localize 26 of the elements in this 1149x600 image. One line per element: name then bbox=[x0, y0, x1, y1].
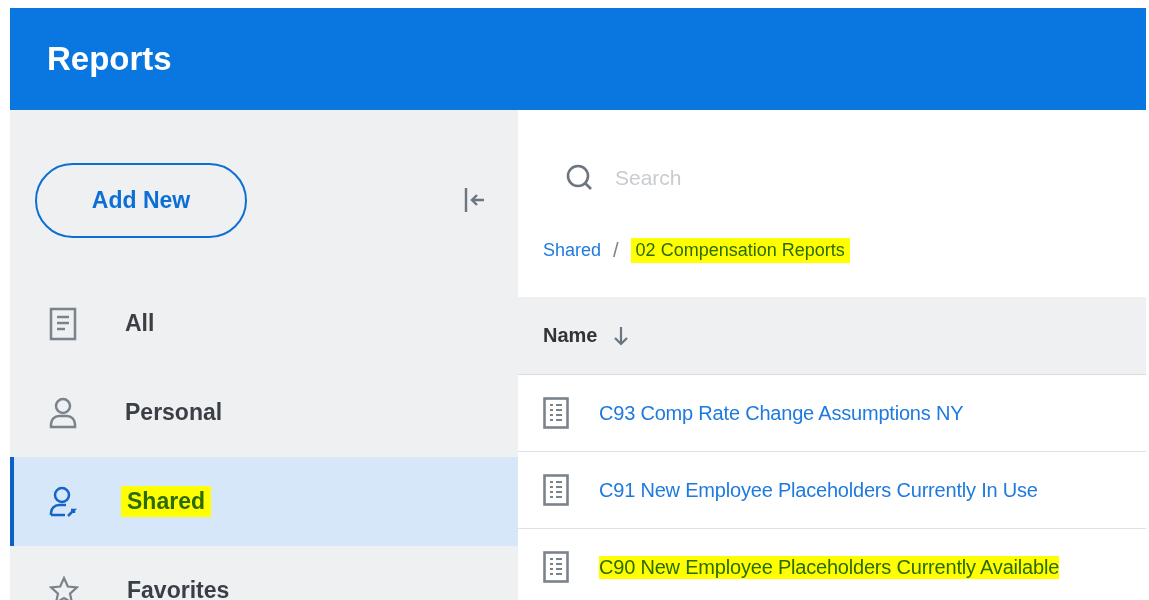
document-icon bbox=[49, 306, 77, 341]
report-link[interactable]: C91 New Employee Placeholders Currently In Use bbox=[599, 478, 1038, 502]
breadcrumb-link[interactable]: Shared bbox=[543, 239, 602, 261]
sidebar-item[interactable]: Favorites bbox=[10, 546, 518, 600]
sidebar-item-label: All bbox=[124, 309, 156, 338]
shared-person-icon bbox=[49, 485, 79, 518]
sidebar-item-label: Shared bbox=[121, 486, 211, 517]
add-new-button[interactable]: Add New bbox=[35, 163, 247, 238]
sidebar-item[interactable]: All bbox=[10, 279, 518, 368]
sort-down-icon[interactable] bbox=[614, 325, 629, 346]
breadcrumb-separator: / bbox=[613, 238, 619, 262]
sidebar-item[interactable]: Personal bbox=[10, 368, 518, 457]
report-link[interactable]: C90 New Employee Placeholders Currently Available bbox=[599, 555, 1060, 579]
report-link[interactable]: C93 Comp Rate Change Assumptions NY bbox=[599, 401, 964, 425]
sidebar-item-label: Favorites bbox=[126, 576, 231, 600]
report-icon bbox=[543, 474, 569, 506]
report-icon bbox=[543, 551, 569, 583]
person-icon bbox=[49, 396, 77, 429]
sidebar-item-label: Personal bbox=[124, 398, 224, 427]
column-header[interactable]: Name bbox=[543, 324, 598, 347]
star-icon bbox=[49, 575, 79, 600]
breadcrumb-current: 02 Compensation Reports bbox=[630, 237, 850, 263]
sidebar-item[interactable]: Shared bbox=[10, 457, 518, 546]
page-title: Reports bbox=[47, 40, 172, 78]
report-icon bbox=[543, 397, 569, 429]
collapse-icon[interactable] bbox=[464, 187, 486, 213]
